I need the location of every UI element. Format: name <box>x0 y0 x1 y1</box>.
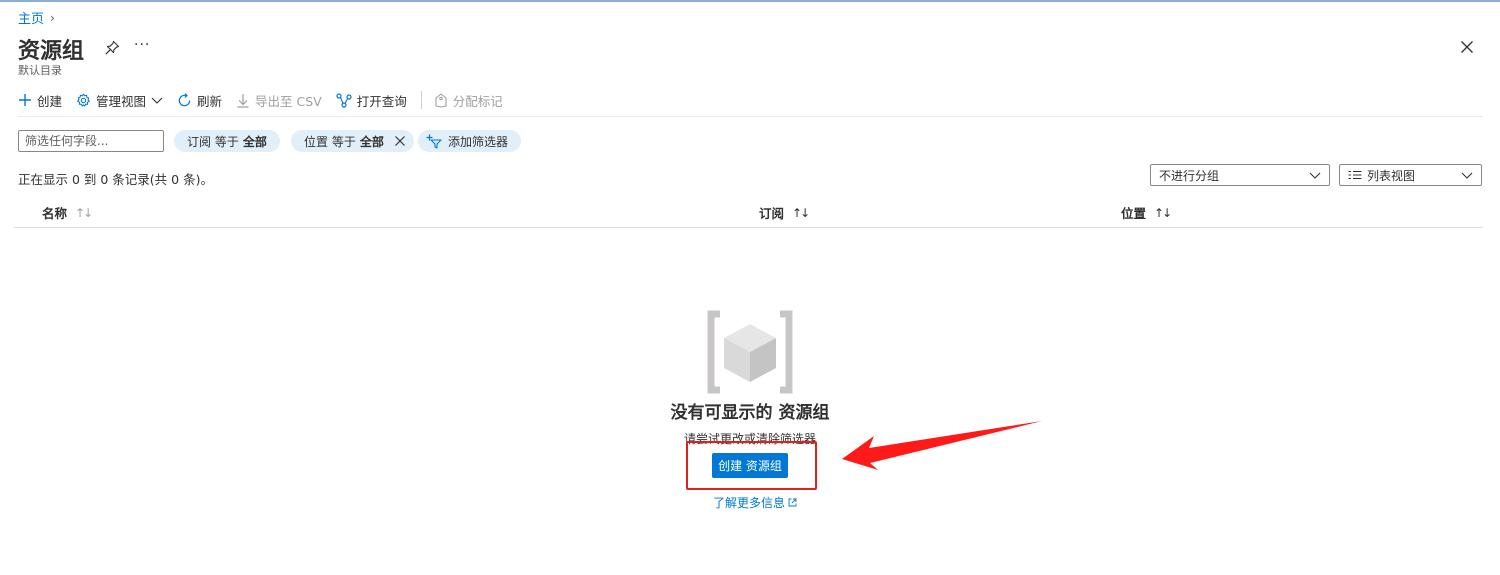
query-graph-icon <box>336 92 352 108</box>
top-border <box>0 0 1500 2</box>
grouping-selected-value: 不进行分组 <box>1159 168 1220 183</box>
record-count-text: 正在显示 0 到 0 条记录(共 0 条)。 <box>18 172 213 187</box>
learn-more-label: 了解更多信息 <box>713 496 786 510</box>
grouping-dropdown[interactable]: 不进行分组 <box>1150 164 1330 186</box>
location-filter-prefix: 位置 等于 <box>304 134 356 149</box>
column-header-subscription[interactable]: 订阅 ↑↓ <box>759 203 810 222</box>
annotation-arrow <box>842 421 1042 470</box>
pin-icon[interactable] <box>104 40 120 56</box>
column-header-subscription-label: 订阅 <box>759 206 785 221</box>
create-label: 创建 <box>37 93 63 109</box>
chevron-down-icon <box>151 97 163 104</box>
refresh-label: 刷新 <box>197 93 223 109</box>
column-header-name[interactable]: 名称 ↑↓ <box>42 203 93 222</box>
more-options-icon[interactable]: ··· <box>134 37 150 53</box>
page-title: 资源组 <box>18 39 85 64</box>
tag-icon <box>435 92 447 108</box>
page-subtitle: 默认目录 <box>18 64 62 77</box>
resource-group-cube-icon <box>707 310 793 394</box>
view-type-label-group: 列表视图 <box>1348 167 1415 184</box>
column-header-location[interactable]: 位置 ↑↓ <box>1121 203 1172 222</box>
subscription-filter-pill[interactable]: 订阅 等于 全部 <box>174 130 280 152</box>
sort-arrows-icon: ↑↓ <box>792 205 810 220</box>
subscription-filter-prefix: 订阅 等于 <box>187 134 239 149</box>
list-view-icon <box>1348 171 1362 179</box>
assign-tags-button[interactable]: 分配标记 <box>434 88 503 112</box>
location-filter-pill[interactable]: 位置 等于 全部 <box>291 130 414 152</box>
location-filter-value: 全部 <box>359 134 384 149</box>
download-icon <box>237 93 249 108</box>
column-header-name-label: 名称 <box>42 206 68 221</box>
refresh-icon <box>178 92 191 106</box>
empty-state-title: 没有可显示的 资源组 <box>670 403 830 423</box>
manage-view-button[interactable]: 管理视图 <box>76 88 163 112</box>
toolbar-divider <box>420 91 422 109</box>
breadcrumb-home-link[interactable]: 主页 <box>18 8 44 27</box>
create-button[interactable]: 创建 <box>18 88 62 112</box>
add-filter-icon <box>426 134 442 149</box>
sort-arrows-icon: ↑↓ <box>1154 205 1172 220</box>
view-type-dropdown[interactable]: 列表视图 <box>1339 164 1482 186</box>
assign-tags-label: 分配标记 <box>452 93 503 109</box>
sort-arrows-icon: ↑↓ <box>75 205 93 220</box>
view-type-selected-value: 列表视图 <box>1367 168 1416 183</box>
breadcrumb: 主页 › <box>18 8 55 28</box>
learn-more-link[interactable]: 了解更多信息 <box>713 494 797 511</box>
external-link-icon <box>788 498 797 507</box>
remove-filter-close-icon[interactable] <box>394 135 406 147</box>
filter-any-field-input[interactable] <box>18 130 164 152</box>
open-query-button[interactable]: 打开查询 <box>336 88 407 112</box>
toolbar-divider-line <box>18 116 1483 117</box>
add-filter-button[interactable]: 添加筛选器 <box>418 130 522 152</box>
export-csv-label: 导出至 CSV <box>255 93 322 109</box>
command-bar: 创建 管理视图 刷新 导出至 CSV 打开查询 分配标记 <box>18 88 517 112</box>
chevron-down-icon <box>1309 172 1321 179</box>
refresh-button[interactable]: 刷新 <box>177 88 222 112</box>
annotation-highlight-box <box>686 441 817 490</box>
plus-icon <box>19 94 31 106</box>
manage-view-label: 管理视图 <box>96 93 147 109</box>
subscription-filter-value: 全部 <box>242 134 267 149</box>
export-csv-button[interactable]: 导出至 CSV <box>236 88 322 112</box>
gear-icon <box>77 93 90 107</box>
add-filter-label: 添加筛选器 <box>448 134 509 149</box>
chevron-down-icon <box>1461 172 1473 179</box>
breadcrumb-chevron-icon: › <box>50 10 55 25</box>
column-header-location-label: 位置 <box>1121 206 1147 221</box>
table-header-divider <box>14 227 1483 228</box>
open-query-label: 打开查询 <box>356 93 407 109</box>
close-icon[interactable] <box>1460 40 1474 54</box>
